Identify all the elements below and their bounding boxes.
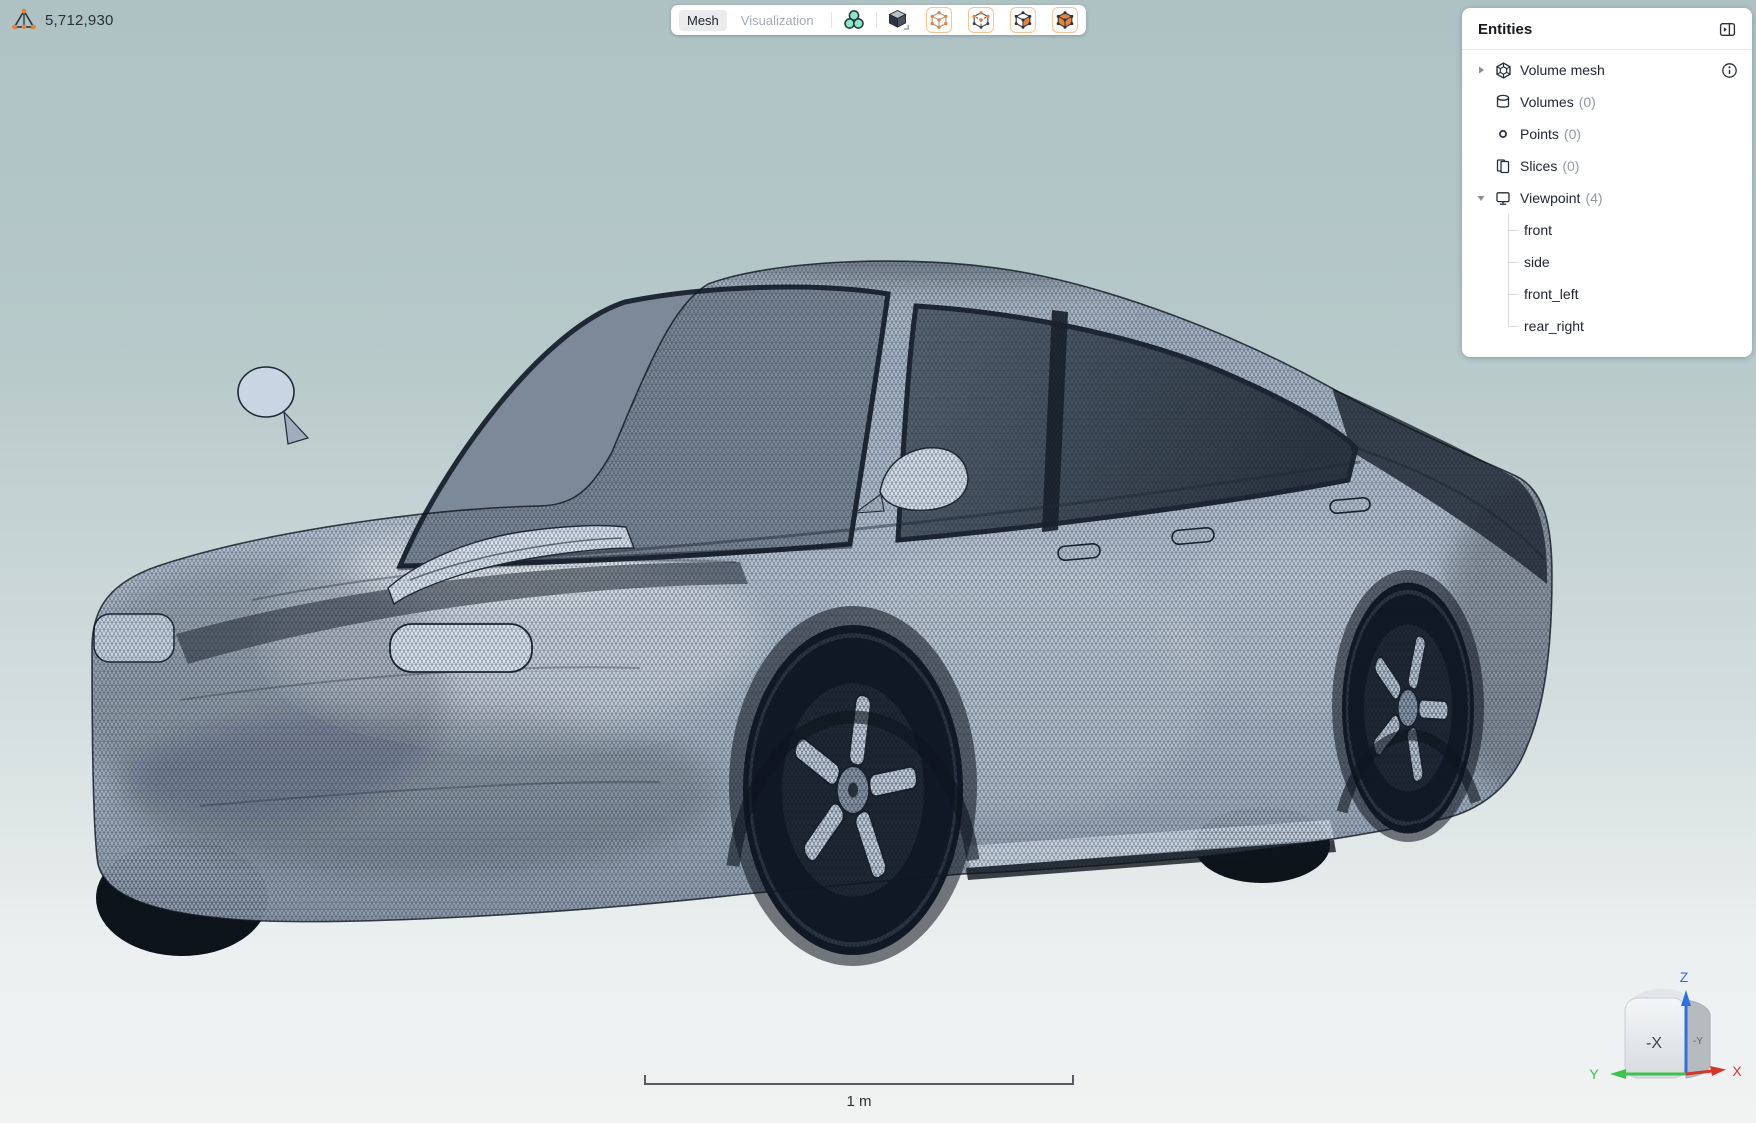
tree-item-label: Slices — [1520, 158, 1557, 174]
viewport-toolbar: Mesh Visualization — [671, 5, 1086, 35]
points-icon — [1495, 126, 1511, 142]
tree-item-volumes[interactable]: Volumes (0) — [1462, 86, 1752, 118]
tab-visualization[interactable]: Visualization — [733, 10, 822, 31]
toolbar-separator — [831, 12, 832, 28]
collapse-panel-icon[interactable] — [1719, 21, 1736, 38]
viewpoint-label: rear_right — [1524, 318, 1584, 334]
mesh-stats: 5,712,930 — [12, 8, 114, 32]
caret-right-icon[interactable] — [1476, 65, 1486, 75]
svg-text:Y: Y — [1589, 1066, 1599, 1082]
viewpoint-label: front — [1524, 222, 1552, 238]
tree-item-label: Points — [1520, 126, 1559, 142]
mesh-wireframe-toggle[interactable] — [926, 7, 952, 33]
scale-label: 1 m — [846, 1093, 871, 1110]
gizmo-front-label: -X — [1646, 1035, 1662, 1052]
mesh-surface-icon — [1014, 11, 1032, 29]
viewpoint-item-side[interactable]: side — [1462, 246, 1752, 278]
orientation-gizmo[interactable]: -X -Y Z Y X — [1580, 960, 1756, 1123]
tree-connector — [1508, 310, 1520, 342]
viewpoint-item-rear-right[interactable]: rear_right — [1462, 310, 1752, 342]
svg-text:X: X — [1732, 1063, 1742, 1079]
volume-mesh-icon — [1495, 62, 1512, 79]
spheres-button[interactable] — [841, 7, 867, 33]
mesh-nodes-icon — [972, 11, 990, 29]
tree-item-points[interactable]: Points (0) — [1462, 118, 1752, 150]
entities-tree: Volume mesh Vo — [1462, 50, 1752, 342]
tree-connector — [1508, 214, 1520, 246]
tree-item-label: Volumes — [1520, 94, 1574, 110]
tree-item-label: Viewpoint — [1520, 190, 1580, 206]
viewpoint-item-front-left[interactable]: front_left — [1462, 278, 1752, 310]
tab-mesh[interactable]: Mesh — [679, 10, 727, 31]
mesh-volume-toggle[interactable] — [1052, 7, 1078, 33]
scale-bar: 1 m — [600, 1060, 1160, 1120]
entities-title: Entities — [1478, 21, 1532, 38]
toolbar-separator — [876, 12, 877, 28]
volumes-icon — [1495, 94, 1511, 110]
entities-header: Entities — [1462, 8, 1752, 50]
cell-count: 5,712,930 — [45, 12, 114, 29]
slices-icon — [1495, 158, 1511, 174]
info-icon[interactable] — [1721, 62, 1738, 79]
viewpoint-item-front[interactable]: front — [1462, 214, 1752, 246]
viewpoint-icon — [1495, 190, 1511, 206]
gizmo-right-label: -Y — [1693, 1036, 1703, 1047]
entities-panel: Entities Volume mesh — [1462, 8, 1752, 357]
tree-item-label: Volume mesh — [1520, 62, 1605, 78]
caret-down-icon[interactable] — [1476, 193, 1486, 203]
spheres-icon — [843, 9, 865, 31]
svg-text:Z: Z — [1680, 969, 1689, 985]
mesh-volume-icon — [1056, 11, 1074, 29]
mesh-nodes-toggle[interactable] — [968, 7, 994, 33]
tree-connector — [1508, 278, 1520, 310]
tree-item-viewpoint[interactable]: Viewpoint (4) — [1462, 182, 1752, 214]
viewpoint-label: front_left — [1524, 286, 1578, 302]
left-mirror — [238, 367, 308, 444]
tetra-mesh-icon — [12, 8, 36, 32]
solid-cube-icon — [887, 8, 911, 32]
app-window: 5,712,930 Mesh Visualization — [0, 0, 1756, 1123]
tree-item-slices[interactable]: Slices (0) — [1462, 150, 1752, 182]
viewpoint-label: side — [1524, 254, 1550, 270]
mesh-surface-toggle[interactable] — [1010, 7, 1036, 33]
solid-cube-button[interactable] — [886, 7, 912, 33]
mesh-wireframe-icon — [930, 11, 948, 29]
tree-item-volume-mesh[interactable]: Volume mesh — [1462, 54, 1752, 86]
tree-connector — [1508, 246, 1520, 278]
